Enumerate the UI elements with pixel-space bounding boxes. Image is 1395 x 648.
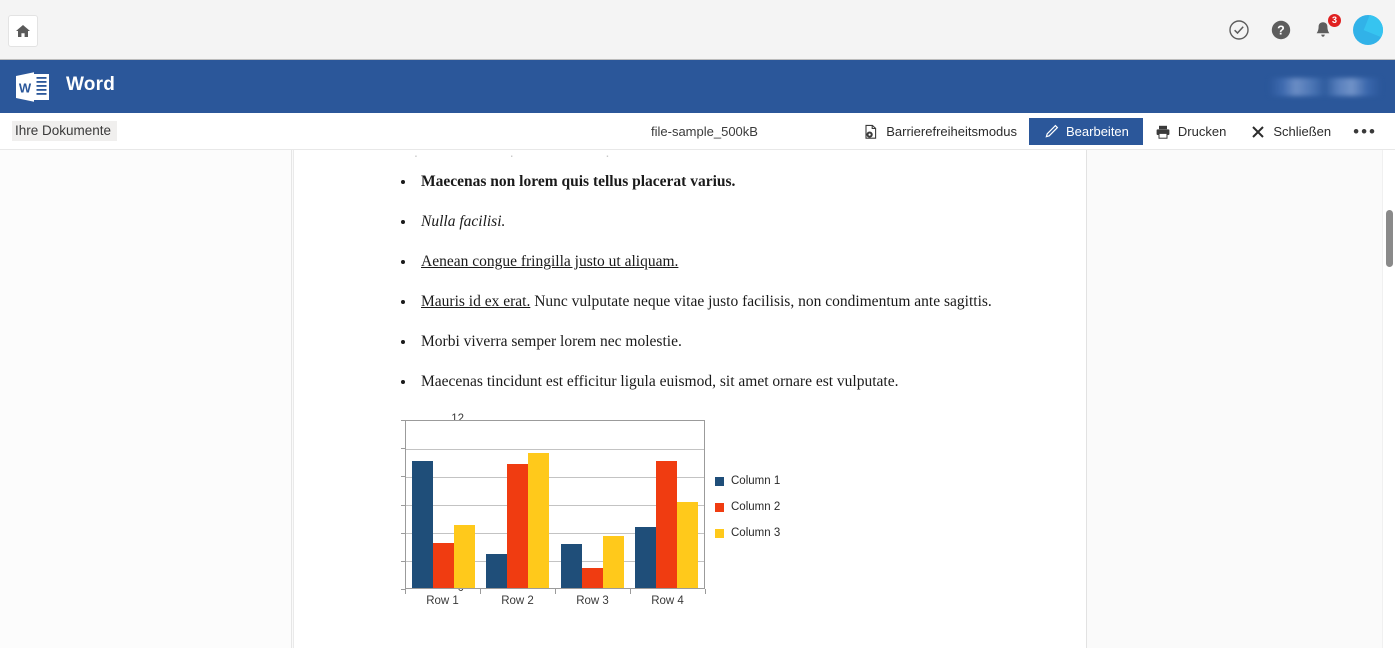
document-canvas: . . . Maecenas non lorem quis tellus pla… bbox=[292, 150, 1395, 648]
legend-swatch bbox=[715, 502, 724, 512]
legend-swatch bbox=[715, 476, 724, 486]
print-label: Drucken bbox=[1177, 124, 1227, 139]
bar bbox=[635, 527, 657, 588]
bullet-text: Maecenas non lorem quis tellus placerat … bbox=[421, 173, 736, 190]
app-title: Word bbox=[66, 74, 115, 95]
check-circle-icon[interactable] bbox=[1227, 18, 1251, 42]
bullet-text: Nulla facilisi. bbox=[421, 212, 506, 230]
user-avatar[interactable] bbox=[1353, 15, 1383, 45]
word-online-viewer: ? 3 W Word Ihre Dokumente file-sample_50… bbox=[0, 0, 1395, 648]
help-circle-icon[interactable]: ? bbox=[1269, 18, 1293, 42]
breadcrumb[interactable]: Ihre Dokumente bbox=[12, 121, 118, 141]
accessibility-mode-label: Barrierefreiheitsmodus bbox=[886, 124, 1018, 139]
home-icon bbox=[15, 23, 31, 39]
bar-group bbox=[481, 421, 556, 588]
close-icon bbox=[1250, 124, 1266, 140]
left-rail bbox=[0, 150, 292, 648]
list-item: Nulla facilisi. bbox=[389, 212, 1029, 233]
chart-legend: Column 1 Column 2 Column 3 bbox=[715, 475, 780, 539]
more-options-button[interactable]: ••• bbox=[1343, 118, 1387, 145]
notification-bell-icon[interactable]: 3 bbox=[1311, 14, 1341, 42]
edit-label: Bearbeiten bbox=[1066, 124, 1129, 139]
home-button[interactable] bbox=[8, 15, 38, 47]
vertical-scrollbar[interactable] bbox=[1382, 150, 1395, 648]
legend-label: Column 3 bbox=[731, 527, 781, 539]
pencil-icon bbox=[1043, 124, 1059, 140]
bar bbox=[528, 452, 550, 588]
bar-group bbox=[630, 421, 705, 588]
bar-group bbox=[555, 421, 630, 588]
close-button[interactable]: Schließen bbox=[1238, 118, 1343, 145]
bullet-text: Maecenas tincidunt est efficitur ligula … bbox=[421, 372, 899, 390]
bullet-text: Nunc vulputate neque vitae justo facilis… bbox=[530, 292, 992, 310]
legend-label: Column 2 bbox=[731, 501, 781, 513]
list-item: Maecenas non lorem quis tellus placerat … bbox=[389, 172, 1029, 193]
bullet-text: Morbi viverra semper lorem nec molestie. bbox=[421, 332, 682, 350]
bullet-text: Aenean congue fringilla justo ut aliquam… bbox=[421, 252, 679, 270]
svg-text:W: W bbox=[19, 81, 32, 96]
bar-group bbox=[406, 421, 481, 588]
legend-item: Column 2 bbox=[715, 501, 780, 513]
bar bbox=[411, 460, 433, 588]
bullet-list: Maecenas non lorem quis tellus placerat … bbox=[389, 172, 1029, 412]
list-item: Aenean congue fringilla justo ut aliquam… bbox=[389, 252, 1029, 273]
accessibility-doc-icon bbox=[863, 124, 879, 140]
notification-badge: 3 bbox=[1328, 14, 1341, 27]
list-item: Mauris id ex erat. Nunc vulputate neque … bbox=[389, 292, 1029, 313]
legend-swatch bbox=[715, 528, 724, 538]
document-page: . . . Maecenas non lorem quis tellus pla… bbox=[293, 150, 1087, 648]
bar bbox=[560, 544, 582, 588]
bar bbox=[677, 502, 699, 588]
work-area: . . . Maecenas non lorem quis tellus pla… bbox=[0, 150, 1395, 648]
legend-label: Column 1 bbox=[731, 475, 781, 487]
x-axis-tick-mark bbox=[405, 589, 406, 594]
clipped-text-row: . . . bbox=[414, 150, 654, 160]
scrollbar-thumb[interactable] bbox=[1386, 210, 1393, 267]
x-axis-tick-mark bbox=[555, 589, 556, 594]
top-chrome-bar: ? 3 bbox=[0, 0, 1395, 60]
chrome-icon-group: ? 3 bbox=[1227, 0, 1383, 60]
printer-icon bbox=[1155, 124, 1171, 140]
x-axis-tick-mark bbox=[480, 589, 481, 594]
edit-button[interactable]: Bearbeiten bbox=[1029, 118, 1143, 145]
bar bbox=[656, 461, 678, 588]
command-actions: Barrierefreiheitsmodus Bearbeiten Drucke… bbox=[851, 113, 1387, 150]
print-button[interactable]: Drucken bbox=[1143, 118, 1238, 145]
chart-bar-groups bbox=[406, 421, 704, 588]
document-title: file-sample_500kB bbox=[651, 124, 758, 139]
legend-item: Column 1 bbox=[715, 475, 780, 487]
x-axis-tick-label: Row 3 bbox=[576, 595, 609, 607]
legend-item: Column 3 bbox=[715, 527, 780, 539]
bar bbox=[453, 524, 475, 588]
close-label: Schließen bbox=[1273, 124, 1332, 139]
svg-text:?: ? bbox=[1277, 24, 1285, 38]
redacted-user-label bbox=[1269, 78, 1381, 96]
chart-plot-area bbox=[405, 420, 705, 589]
word-logo-icon: W bbox=[14, 69, 52, 105]
list-item: Morbi viverra semper lorem nec molestie. bbox=[389, 332, 1029, 353]
bar bbox=[581, 567, 603, 588]
embedded-bar-chart: 024681012 Row 1Row 2Row 3Row 4 Column 1C… bbox=[372, 412, 802, 607]
bar bbox=[507, 464, 529, 588]
bar bbox=[486, 554, 508, 588]
list-item: Maecenas tincidunt est efficitur ligula … bbox=[389, 372, 1029, 393]
bar bbox=[602, 535, 624, 588]
x-axis-tick-mark bbox=[705, 589, 706, 594]
app-header-band: W Word bbox=[0, 60, 1395, 113]
x-axis-tick-label: Row 1 bbox=[426, 595, 459, 607]
x-axis-tick-labels: Row 1 Row 2 Row 3 Row 4 bbox=[405, 595, 705, 607]
bullet-lead-text: Mauris id ex erat. bbox=[421, 292, 531, 310]
accessibility-mode-button[interactable]: Barrierefreiheitsmodus bbox=[851, 118, 1029, 145]
x-axis-tick-label: Row 4 bbox=[651, 595, 684, 607]
x-axis-tick-label: Row 2 bbox=[501, 595, 534, 607]
bar bbox=[432, 542, 454, 588]
command-bar: Ihre Dokumente file-sample_500kB Barrier… bbox=[0, 113, 1395, 150]
x-axis-tick-mark bbox=[630, 589, 631, 594]
